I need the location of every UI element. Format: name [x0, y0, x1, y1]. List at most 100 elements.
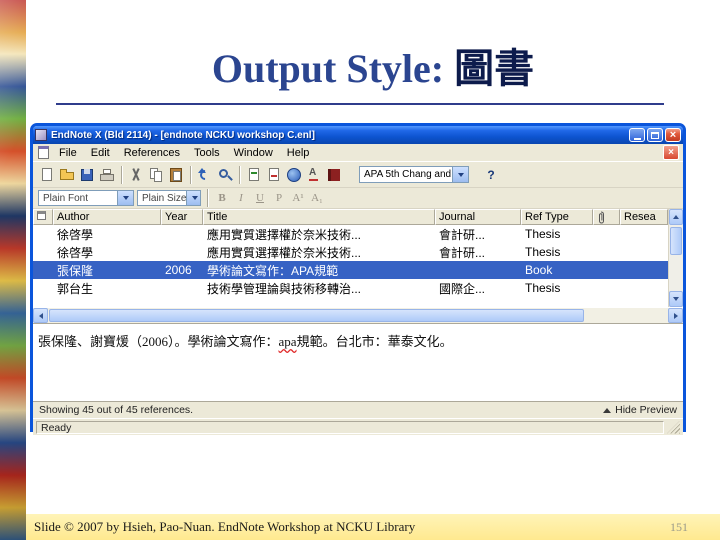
scroll-down-icon[interactable]	[669, 291, 683, 307]
cell-title: 學術論文寫作：APA規範	[207, 263, 339, 278]
preview-pane: 張保隆、謝寶煖（2006）。學術論文寫作：apa規範。台北市：華泰文化。	[33, 323, 683, 401]
cell-title: 技術學管理論與技術移轉治...	[207, 281, 362, 296]
page-title-prefix: Output Style:	[211, 46, 455, 91]
header-journal[interactable]: Journal	[435, 209, 521, 225]
bold-button[interactable]: B	[214, 190, 230, 206]
menu-references[interactable]: References	[117, 146, 187, 160]
list-empty-area	[33, 297, 668, 307]
output-style-select[interactable]: APA 5th Chang and	[359, 166, 469, 183]
format-bibliography-icon[interactable]	[265, 166, 283, 184]
maximize-button[interactable]	[647, 128, 663, 142]
vertical-scroll-thumb[interactable]	[670, 227, 682, 255]
page-title-emphasis: 圖書	[454, 46, 535, 91]
chevron-down-icon[interactable]	[452, 167, 468, 182]
header-attachment[interactable]	[593, 209, 620, 225]
menu-edit[interactable]: Edit	[84, 146, 117, 160]
window-title: EndNote X (Bld 2114) - [endnote NCKU wor…	[51, 129, 315, 141]
preview-citation-after: 規範。台北市：華泰文化。	[296, 334, 453, 349]
document-close-icon[interactable]	[663, 145, 679, 160]
header-ref-type[interactable]: Ref Type	[521, 209, 593, 225]
cell-journal: 國際企...	[439, 281, 486, 296]
italic-button[interactable]: I	[233, 190, 249, 206]
header-author[interactable]: Author	[53, 209, 161, 225]
endnote-app-icon	[35, 129, 47, 141]
cell-title: 應用實質選擇權於奈米技術...	[207, 227, 362, 242]
superscript-button[interactable]: A¹	[290, 190, 306, 206]
toolbar-separator	[190, 165, 191, 184]
font-select[interactable]: Plain Font	[38, 190, 134, 206]
preview-citation-highlight: apa	[278, 334, 297, 349]
horizontal-scroll-track[interactable]	[48, 308, 668, 323]
save-icon[interactable]	[78, 166, 96, 184]
size-select-value: Plain Size	[142, 192, 187, 204]
slide-art-strip	[0, 0, 26, 540]
slide-footer: Slide © 2007 by Hsieh, Pao-Nuan. EndNote…	[26, 514, 720, 540]
table-row-selected[interactable]: 張保隆 2006 學術論文寫作：APA規範 Book	[33, 261, 668, 279]
cell-author: 郭台生	[57, 281, 94, 296]
size-select[interactable]: Plain Size	[137, 190, 201, 206]
hide-preview-button[interactable]: Hide Preview	[603, 404, 677, 416]
cell-title: 應用實質選擇權於奈米技術...	[207, 245, 362, 260]
paste-icon[interactable]	[167, 166, 185, 184]
toolbar-separator	[207, 189, 208, 207]
chevron-down-icon[interactable]	[117, 191, 133, 205]
cell-author: 徐啓學	[57, 227, 94, 242]
ready-status: Ready	[36, 420, 664, 434]
table-row[interactable]: 徐啓學 應用實質選擇權於奈米技術... 會計研... Thesis	[33, 243, 668, 261]
menu-window[interactable]: Window	[227, 146, 280, 160]
subscript-button[interactable]: A₁	[309, 190, 325, 206]
print-icon[interactable]	[98, 166, 116, 184]
close-button[interactable]	[665, 128, 681, 142]
copy-icon[interactable]	[147, 166, 165, 184]
minimize-button[interactable]	[629, 128, 645, 142]
help-button[interactable]: ?	[481, 168, 501, 182]
minimize-icon	[633, 137, 641, 140]
menu-tools[interactable]: Tools	[187, 146, 227, 160]
vertical-scroll-track[interactable]	[669, 225, 683, 291]
reference-list: Author Year Title Journal Ref Type Resea…	[33, 209, 683, 307]
page-number: 151	[670, 519, 688, 534]
spell-check-icon[interactable]	[305, 166, 323, 184]
table-row[interactable]: 郭台生 技術學管理論與技術移轉治... 國際企... Thesis	[33, 279, 668, 297]
document-icon[interactable]	[38, 146, 49, 159]
status-line: Showing 45 out of 45 references. Hide Pr…	[33, 401, 683, 418]
insert-citation-icon[interactable]	[245, 166, 263, 184]
title-underline	[56, 103, 664, 105]
plain-text-button[interactable]: P	[271, 190, 287, 206]
undo-icon[interactable]	[196, 166, 214, 184]
chevron-down-icon[interactable]	[186, 191, 200, 205]
vertical-scrollbar[interactable]	[668, 209, 683, 307]
header-year[interactable]: Year	[161, 209, 203, 225]
window-titlebar[interactable]: EndNote X (Bld 2114) - [endnote NCKU wor…	[33, 126, 683, 144]
preview-citation-before: 張保隆、謝寶煖（2006）。學術論文寫作：	[38, 334, 279, 349]
open-library-icon[interactable]	[58, 166, 76, 184]
underline-button[interactable]: U	[252, 190, 268, 206]
cell-ref-type: Thesis	[525, 281, 561, 295]
menu-help[interactable]: Help	[280, 146, 317, 160]
cell-journal: 會計研...	[439, 227, 486, 242]
menu-file[interactable]: File	[52, 146, 84, 160]
scroll-up-icon[interactable]	[669, 209, 683, 225]
resize-grip[interactable]	[667, 420, 680, 434]
table-row[interactable]: 徐啓學 應用實質選擇權於奈米技術... 會計研... Thesis	[33, 225, 668, 243]
header-image-column[interactable]	[33, 209, 53, 225]
toolbar-separator	[121, 165, 122, 184]
new-reference-icon[interactable]	[38, 166, 56, 184]
scroll-right-icon[interactable]	[668, 308, 683, 323]
header-research[interactable]: Resea	[620, 209, 668, 225]
cell-ref-type: Thesis	[525, 245, 561, 259]
cut-icon[interactable]	[127, 166, 145, 184]
list-header: Author Year Title Journal Ref Type Resea	[33, 209, 668, 225]
main-toolbar: APA 5th Chang and ?	[33, 162, 683, 188]
open-link-icon[interactable]	[325, 166, 343, 184]
horizontal-scroll-thumb[interactable]	[49, 309, 585, 322]
scroll-left-icon[interactable]	[33, 308, 48, 323]
search-icon[interactable]	[216, 166, 234, 184]
header-title[interactable]: Title	[203, 209, 435, 225]
maximize-icon	[651, 131, 659, 139]
cell-ref-type: Thesis	[525, 227, 561, 241]
footer-credit: Slide © 2007 by Hsieh, Pao-Nuan. EndNote…	[34, 519, 416, 534]
online-search-icon[interactable]	[285, 166, 303, 184]
horizontal-scrollbar[interactable]	[33, 307, 683, 323]
toolbar-separator	[239, 165, 240, 184]
